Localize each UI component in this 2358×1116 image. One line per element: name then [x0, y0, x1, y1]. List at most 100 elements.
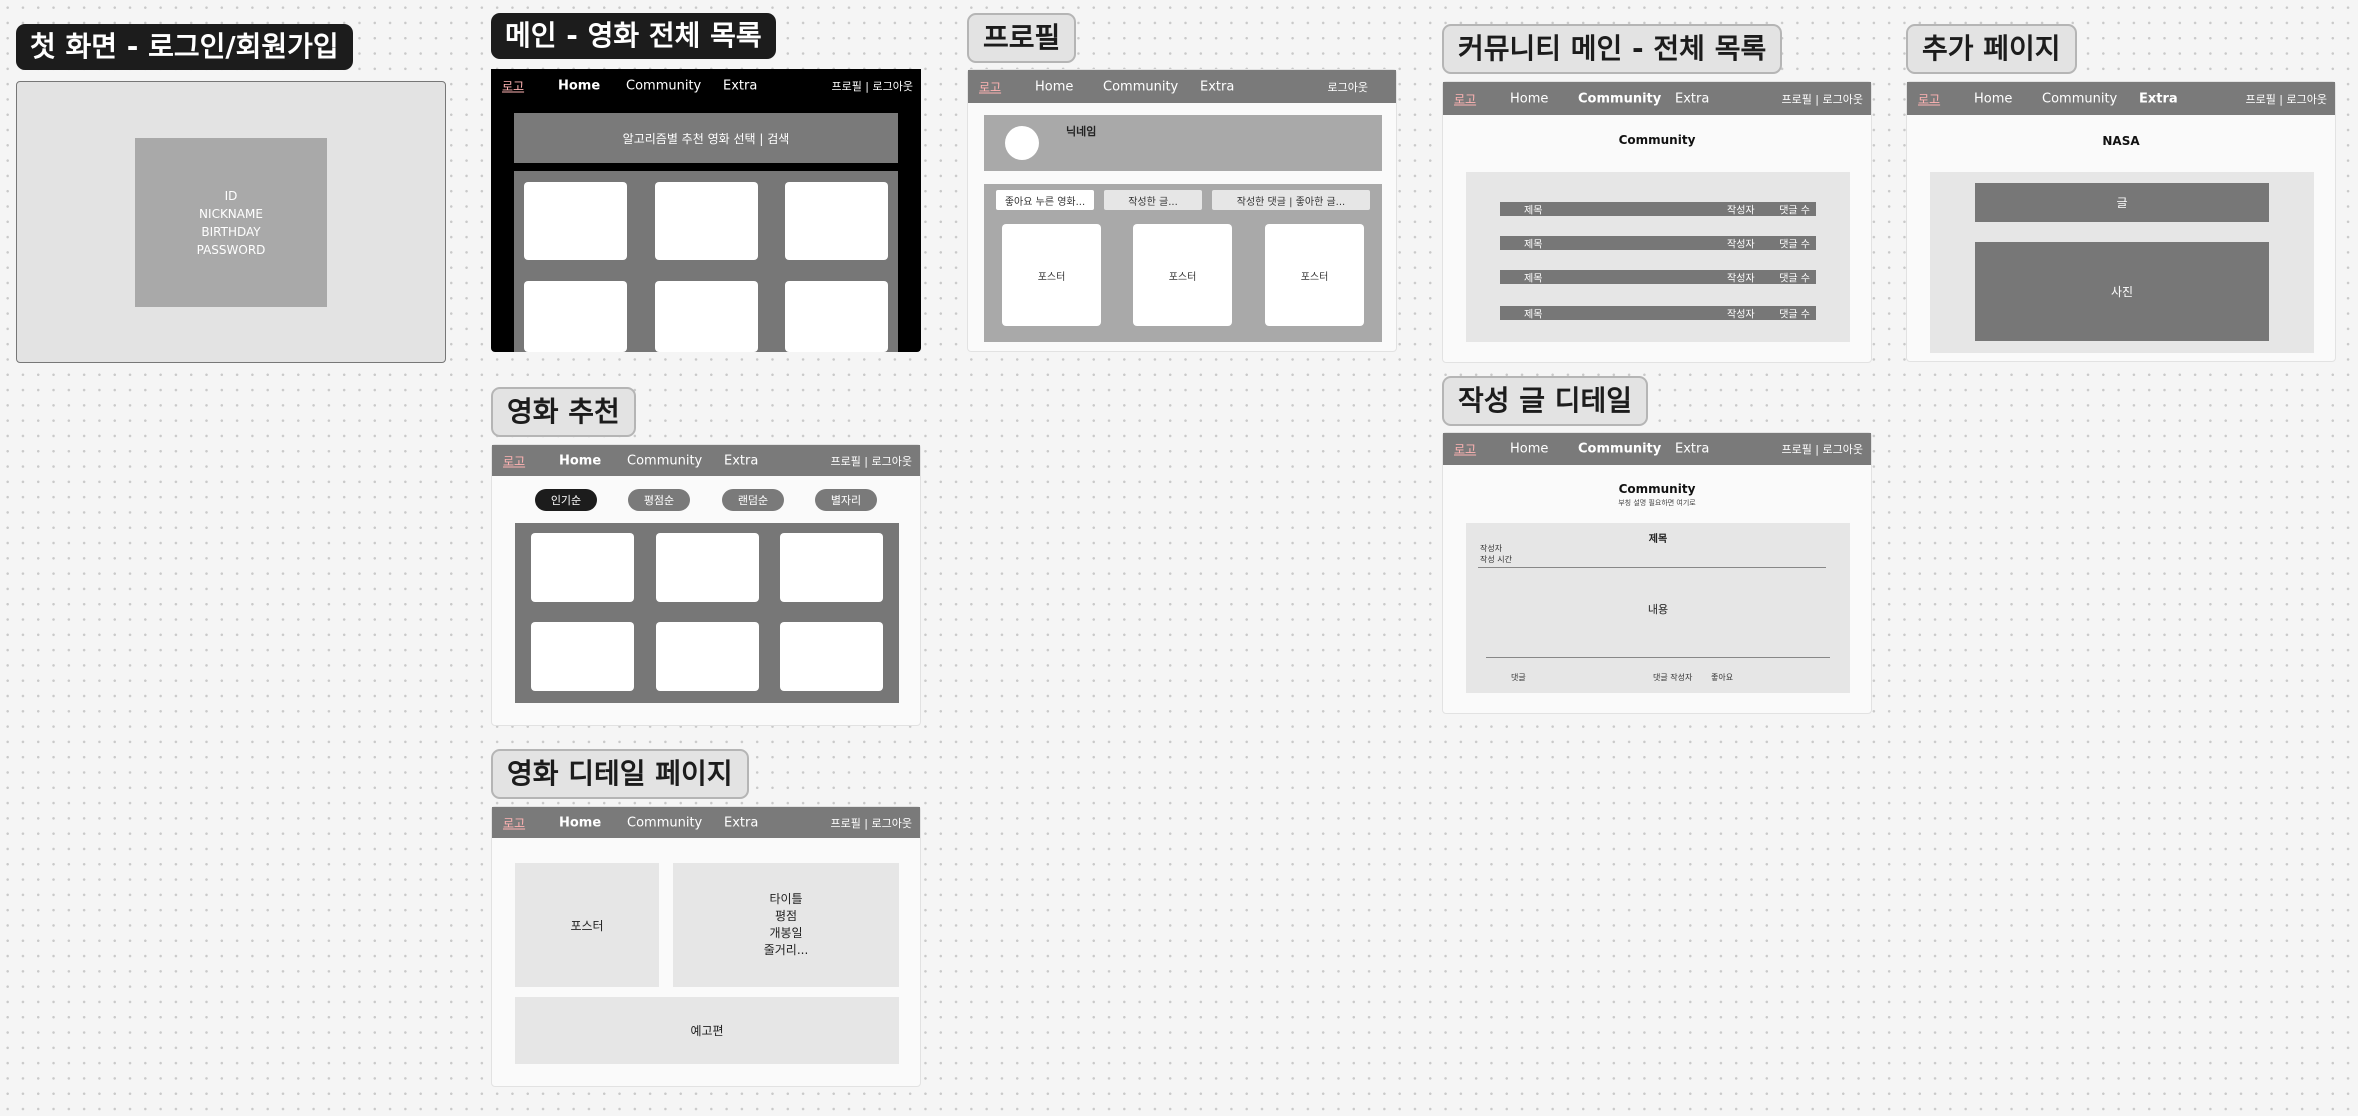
- recommend-frame: 로고 Home Community Extra 프로필 | 로그아웃 인기순 평…: [491, 444, 921, 726]
- nav-logo[interactable]: 로고: [503, 814, 525, 831]
- like-button[interactable]: 좋아요: [1711, 672, 1733, 683]
- detail-rating: 평점: [774, 909, 798, 923]
- login-birthday-field[interactable]: BIRTHDAY: [201, 223, 260, 241]
- movie-card[interactable]: [531, 533, 634, 602]
- movie-card[interactable]: [785, 281, 888, 352]
- nav-community[interactable]: Community: [1578, 442, 1661, 457]
- community-post-list: 제목 작성자 댓글 수 제목 작성자 댓글 수 제목 작성자 댓글 수 제목 작…: [1466, 172, 1850, 342]
- nav-extra[interactable]: Extra: [724, 453, 758, 468]
- nav-community[interactable]: Community: [2042, 91, 2117, 106]
- comment-author: 댓글 작성자: [1653, 673, 1693, 682]
- post-row-title: 제목: [1524, 309, 1543, 321]
- movie-card[interactable]: [785, 182, 888, 260]
- nav-home[interactable]: Home: [1510, 91, 1548, 106]
- nav-profile-logout[interactable]: 프로필 | 로그아웃: [831, 78, 913, 94]
- extra-photo-block: 사진: [1975, 242, 2269, 341]
- nav-home[interactable]: Home: [559, 815, 601, 830]
- detail-info: 타이틀 평점 개봉일 줄거리...: [673, 863, 899, 987]
- extra-heading: NASA: [2102, 134, 2140, 148]
- nav-home[interactable]: Home: [559, 453, 601, 468]
- nav-home[interactable]: Home: [1510, 442, 1548, 457]
- nav-logo[interactable]: 로고: [502, 78, 524, 95]
- login-form[interactable]: ID NICKNAME BIRTHDAY PASSWORD: [135, 138, 327, 307]
- post-row-author: 작성자: [1727, 239, 1755, 251]
- detail-synopsis: 줄거리...: [763, 943, 809, 957]
- profile-nav: 로고 Home Community Extra 로그아웃: [968, 70, 1396, 103]
- main-search-bar[interactable]: 알고리즘별 추천 영화 선택 | 검색: [514, 113, 898, 163]
- nav-community[interactable]: Community: [1578, 91, 1661, 106]
- nav-home[interactable]: Home: [1974, 91, 2012, 106]
- movie-card[interactable]: [655, 281, 758, 352]
- avatar: [1005, 126, 1039, 160]
- post-divider: [1478, 567, 1826, 568]
- post-author: 작성자: [1480, 544, 1503, 553]
- comment-text: 댓글: [1511, 673, 1526, 682]
- login-nickname-field[interactable]: NICKNAME: [199, 205, 263, 223]
- nav-extra[interactable]: Extra: [723, 79, 757, 94]
- nav-community[interactable]: Community: [626, 79, 701, 94]
- post-body: 제목 작성자 작성 시간 내용 댓글 댓글 작성자 좋아요: [1466, 523, 1850, 693]
- extra-nav: 로고 Home Community Extra 프로필 | 로그아웃: [1907, 82, 2335, 115]
- nav-profile-logout[interactable]: 프로필 | 로그아웃: [830, 815, 912, 831]
- nav-logo[interactable]: 로고: [1454, 90, 1476, 107]
- extra-section-title: 추가 페이지: [1906, 24, 2077, 74]
- movie-card[interactable]: [524, 281, 627, 352]
- profile-header: 닉네임: [984, 115, 1382, 171]
- movie-card[interactable]: [780, 622, 883, 691]
- movie-card[interactable]: [656, 533, 759, 602]
- nav-extra[interactable]: Extra: [1675, 442, 1709, 457]
- login-section-title: 첫 화면 - 로그인/회원가입: [16, 24, 353, 70]
- tab-liked-movies[interactable]: 좋아요 누른 영화...: [996, 190, 1094, 210]
- poster-card[interactable]: 포스터: [1133, 224, 1232, 326]
- nav-logo[interactable]: 로고: [1454, 441, 1476, 458]
- main-movie-grid: [514, 171, 898, 352]
- movie-detail-nav: 로고 Home Community Extra 프로필 | 로그아웃: [492, 807, 920, 838]
- nav-community[interactable]: Community: [1103, 79, 1178, 94]
- detail-trailer[interactable]: 예고편: [515, 997, 899, 1064]
- nav-profile-logout[interactable]: 프로필 | 로그아웃: [1781, 91, 1863, 107]
- sort-rating-button[interactable]: 평점순: [628, 489, 690, 511]
- post-row[interactable]: 제목 작성자 댓글 수: [1500, 236, 1816, 251]
- nav-logo[interactable]: 로고: [1918, 90, 1940, 107]
- nav-logo[interactable]: 로고: [979, 78, 1001, 95]
- movie-card[interactable]: [656, 622, 759, 691]
- main-section-title: 메인 - 영화 전체 목록: [491, 13, 776, 59]
- community-nav: 로고 Home Community Extra 프로필 | 로그아웃: [1443, 82, 1871, 115]
- poster-card[interactable]: 포스터: [1002, 224, 1101, 326]
- movie-card[interactable]: [655, 182, 758, 260]
- sort-popular-button[interactable]: 인기순: [535, 489, 597, 511]
- login-password-field[interactable]: PASSWORD: [197, 241, 266, 259]
- tab-my-posts[interactable]: 작성한 글...: [1104, 190, 1202, 210]
- post-time: 작성 시간: [1480, 555, 1512, 564]
- post-row-comment-count: 댓글 수: [1779, 273, 1810, 285]
- movie-card[interactable]: [531, 622, 634, 691]
- tab-my-comments-liked-posts[interactable]: 작성한 댓글 | 좋아한 글...: [1212, 190, 1370, 210]
- sort-random-button[interactable]: 랜덤순: [722, 489, 784, 511]
- nav-profile-logout[interactable]: 프로필 | 로그아웃: [830, 453, 912, 469]
- post-row-title: 제목: [1524, 273, 1543, 285]
- post-row[interactable]: 제목 작성자 댓글 수: [1500, 270, 1816, 285]
- post-row[interactable]: 제목 작성자 댓글 수: [1500, 202, 1816, 217]
- nav-home[interactable]: Home: [558, 79, 600, 94]
- nav-logo[interactable]: 로고: [503, 452, 525, 469]
- nav-extra[interactable]: Extra: [1675, 91, 1709, 106]
- nav-home[interactable]: Home: [1035, 79, 1073, 94]
- nav-community[interactable]: Community: [627, 815, 702, 830]
- login-id-field[interactable]: ID: [225, 187, 238, 205]
- nav-extra[interactable]: Extra: [1200, 79, 1234, 94]
- recommend-section-title: 영화 추천: [491, 387, 636, 437]
- post-row[interactable]: 제목 작성자 댓글 수: [1500, 306, 1816, 321]
- post-page-heading: Community: [1618, 482, 1696, 496]
- poster-card[interactable]: 포스터: [1265, 224, 1364, 326]
- nav-logout[interactable]: 로그아웃: [1328, 79, 1368, 95]
- nav-profile-logout[interactable]: 프로필 | 로그아웃: [1781, 441, 1863, 457]
- nav-community[interactable]: Community: [627, 453, 702, 468]
- sort-zodiac-button[interactable]: 별자리: [815, 489, 877, 511]
- nav-extra[interactable]: Extra: [2139, 91, 2178, 106]
- nav-extra[interactable]: Extra: [724, 815, 758, 830]
- nav-profile-logout[interactable]: 프로필 | 로그아웃: [2245, 91, 2327, 107]
- movie-detail-section-title: 영화 디테일 페이지: [491, 749, 749, 799]
- movie-card[interactable]: [780, 533, 883, 602]
- post-row-author: 작성자: [1727, 205, 1755, 217]
- movie-card[interactable]: [524, 182, 627, 260]
